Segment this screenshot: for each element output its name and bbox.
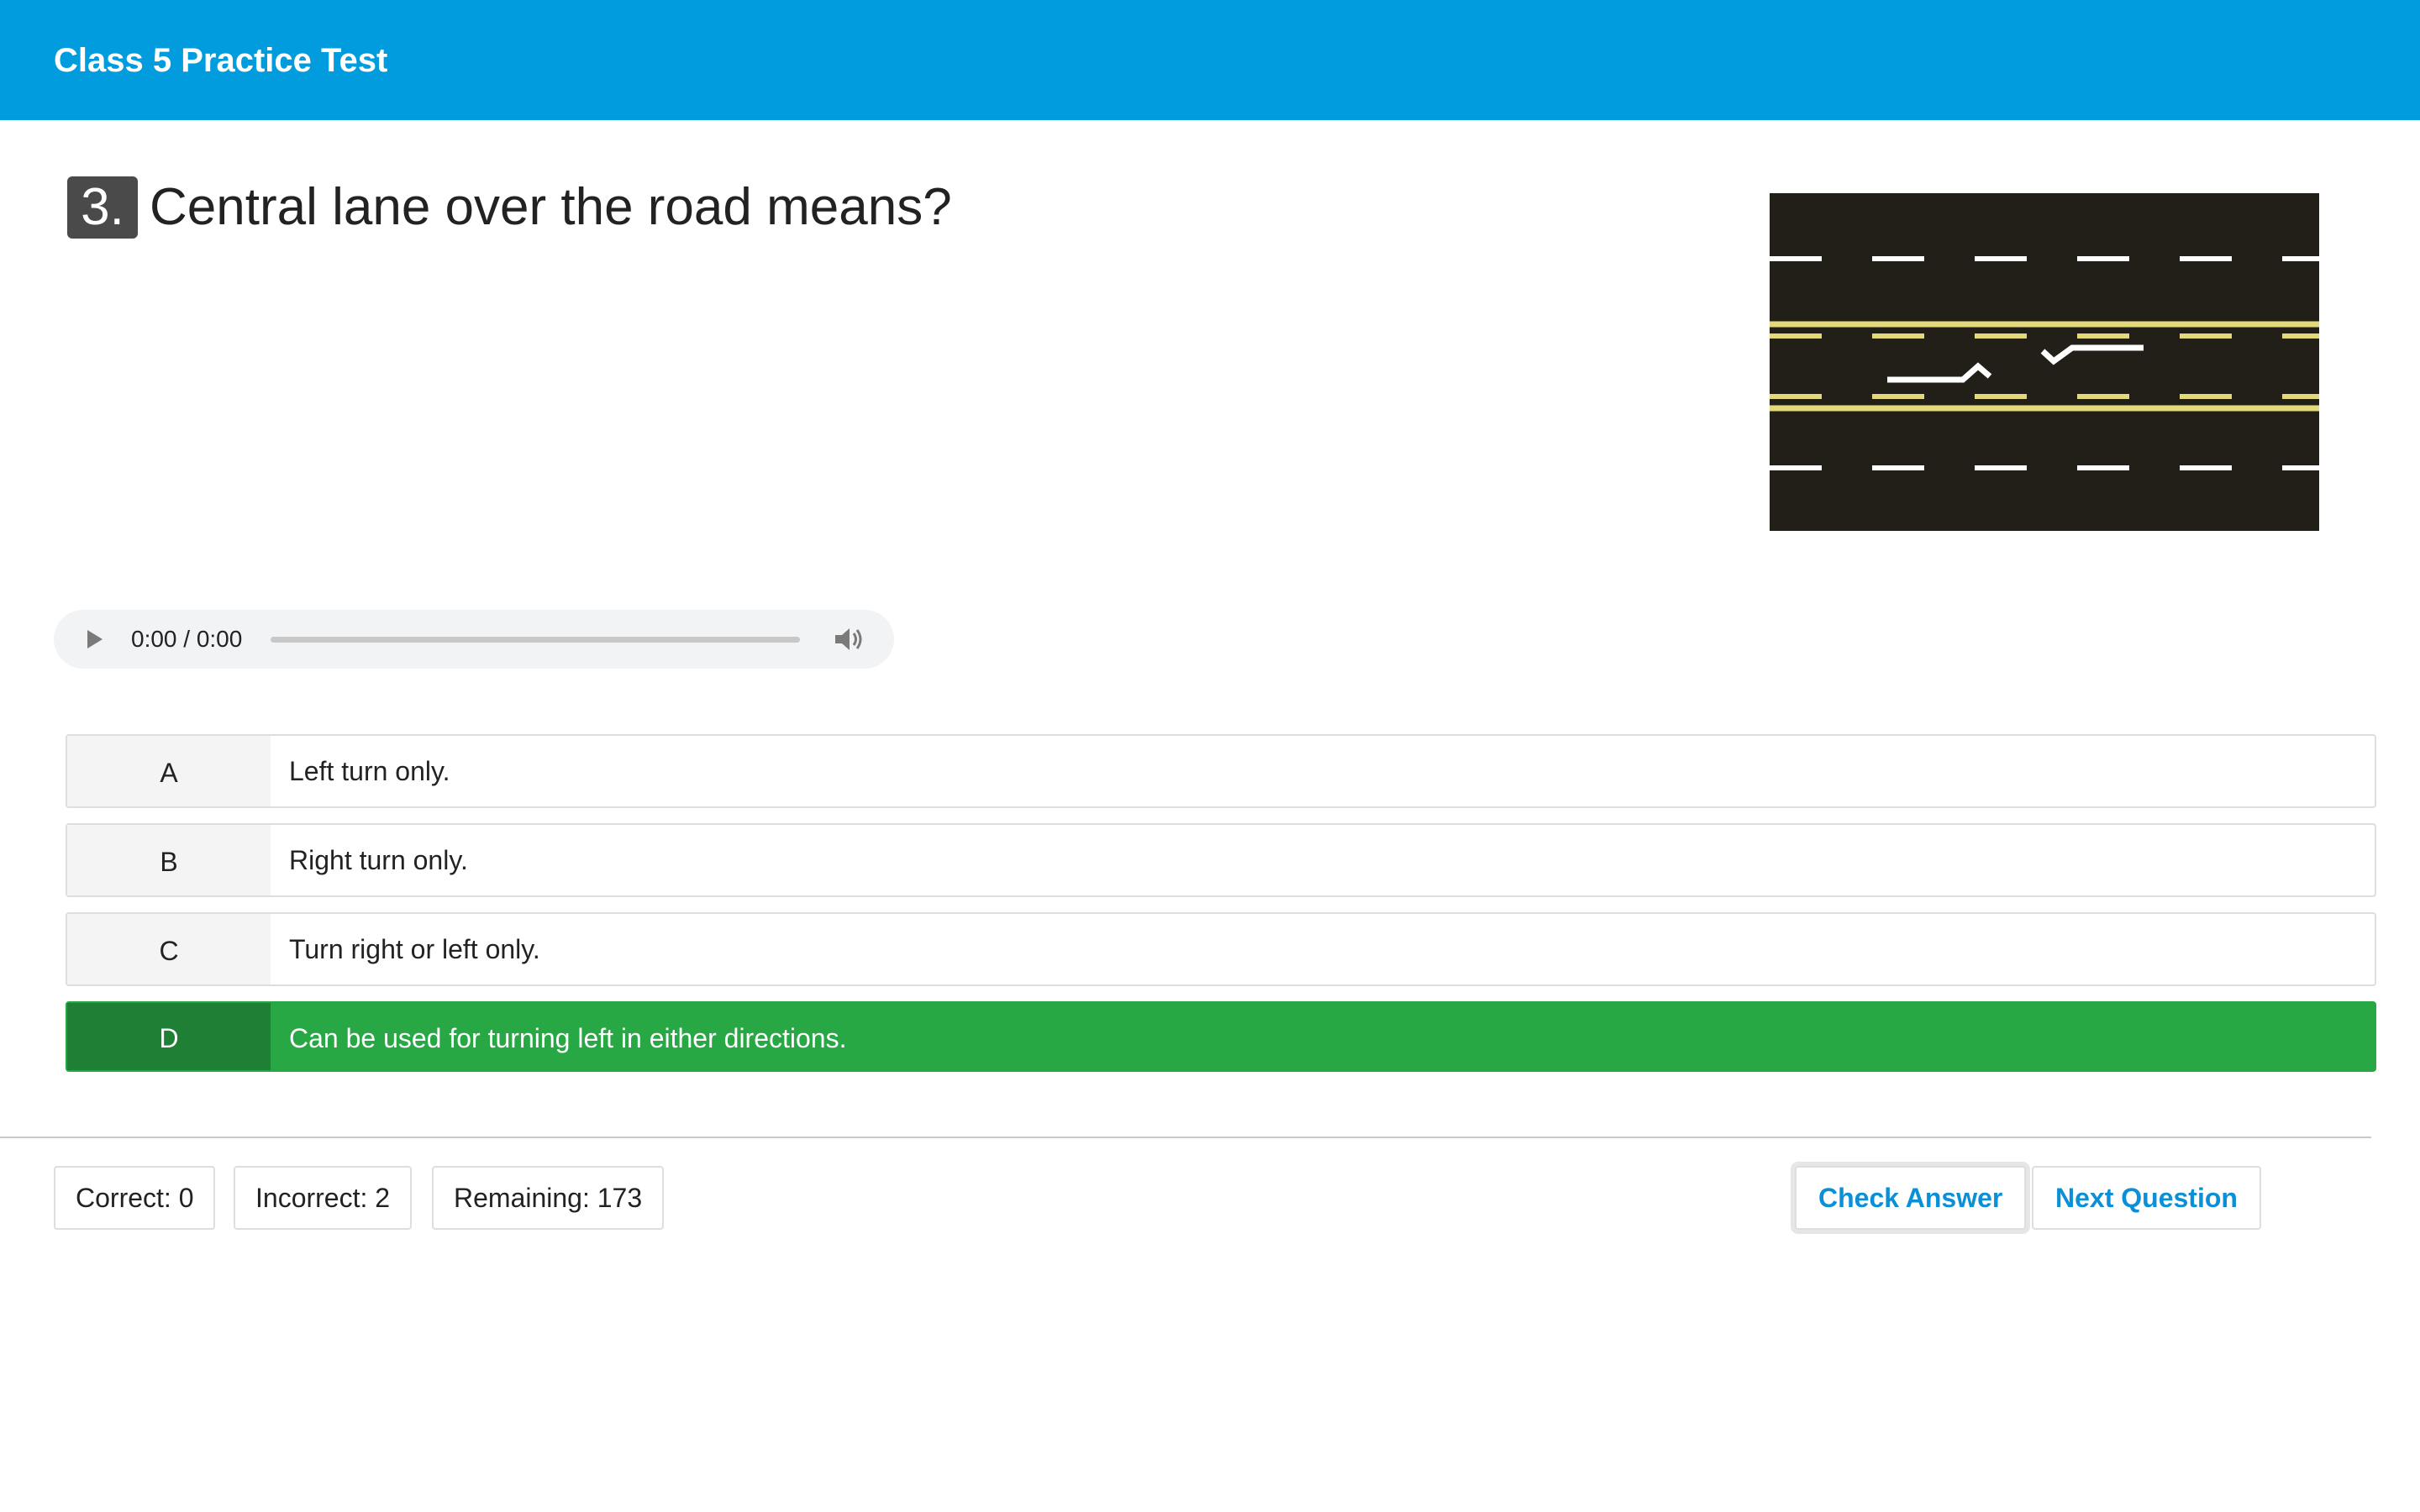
- road-markings-image: [1770, 193, 2319, 531]
- audio-player[interactable]: 0:00 / 0:00: [54, 610, 894, 669]
- divider: [0, 1137, 2371, 1138]
- option-text: Turn right or left only.: [289, 934, 540, 964]
- incorrect-count: Incorrect: 2: [234, 1166, 413, 1230]
- check-answer-button[interactable]: Check Answer: [1795, 1166, 2027, 1230]
- question-text: Central lane over the road means?: [150, 178, 952, 236]
- option-d[interactable]: D Can be used for turning left in either…: [66, 1001, 2376, 1072]
- option-text: Can be used for turning left in either d…: [289, 1023, 847, 1053]
- play-icon[interactable]: [87, 630, 103, 648]
- remaining-count: Remaining: 173: [432, 1166, 665, 1230]
- option-c[interactable]: C Turn right or left only.: [66, 912, 2376, 986]
- option-letter: B: [67, 825, 271, 895]
- question-number: 3.: [67, 176, 138, 239]
- app-title: Class 5 Practice Test: [54, 42, 388, 79]
- audio-progress-bar[interactable]: [271, 637, 800, 643]
- option-text: Left turn only.: [289, 756, 450, 786]
- option-letter: D: [67, 1003, 271, 1070]
- volume-icon[interactable]: [834, 625, 865, 654]
- correct-count: Correct: 0: [54, 1166, 216, 1230]
- next-question-button[interactable]: Next Question: [2032, 1166, 2261, 1230]
- header-bar: Class 5 Practice Test: [0, 0, 2420, 120]
- option-letter: C: [67, 914, 271, 984]
- option-b[interactable]: B Right turn only.: [66, 823, 2376, 897]
- audio-time: 0:00 / 0:00: [131, 626, 243, 652]
- option-letter: A: [67, 736, 271, 806]
- option-text: Right turn only.: [289, 845, 468, 875]
- option-a[interactable]: A Left turn only.: [66, 734, 2376, 808]
